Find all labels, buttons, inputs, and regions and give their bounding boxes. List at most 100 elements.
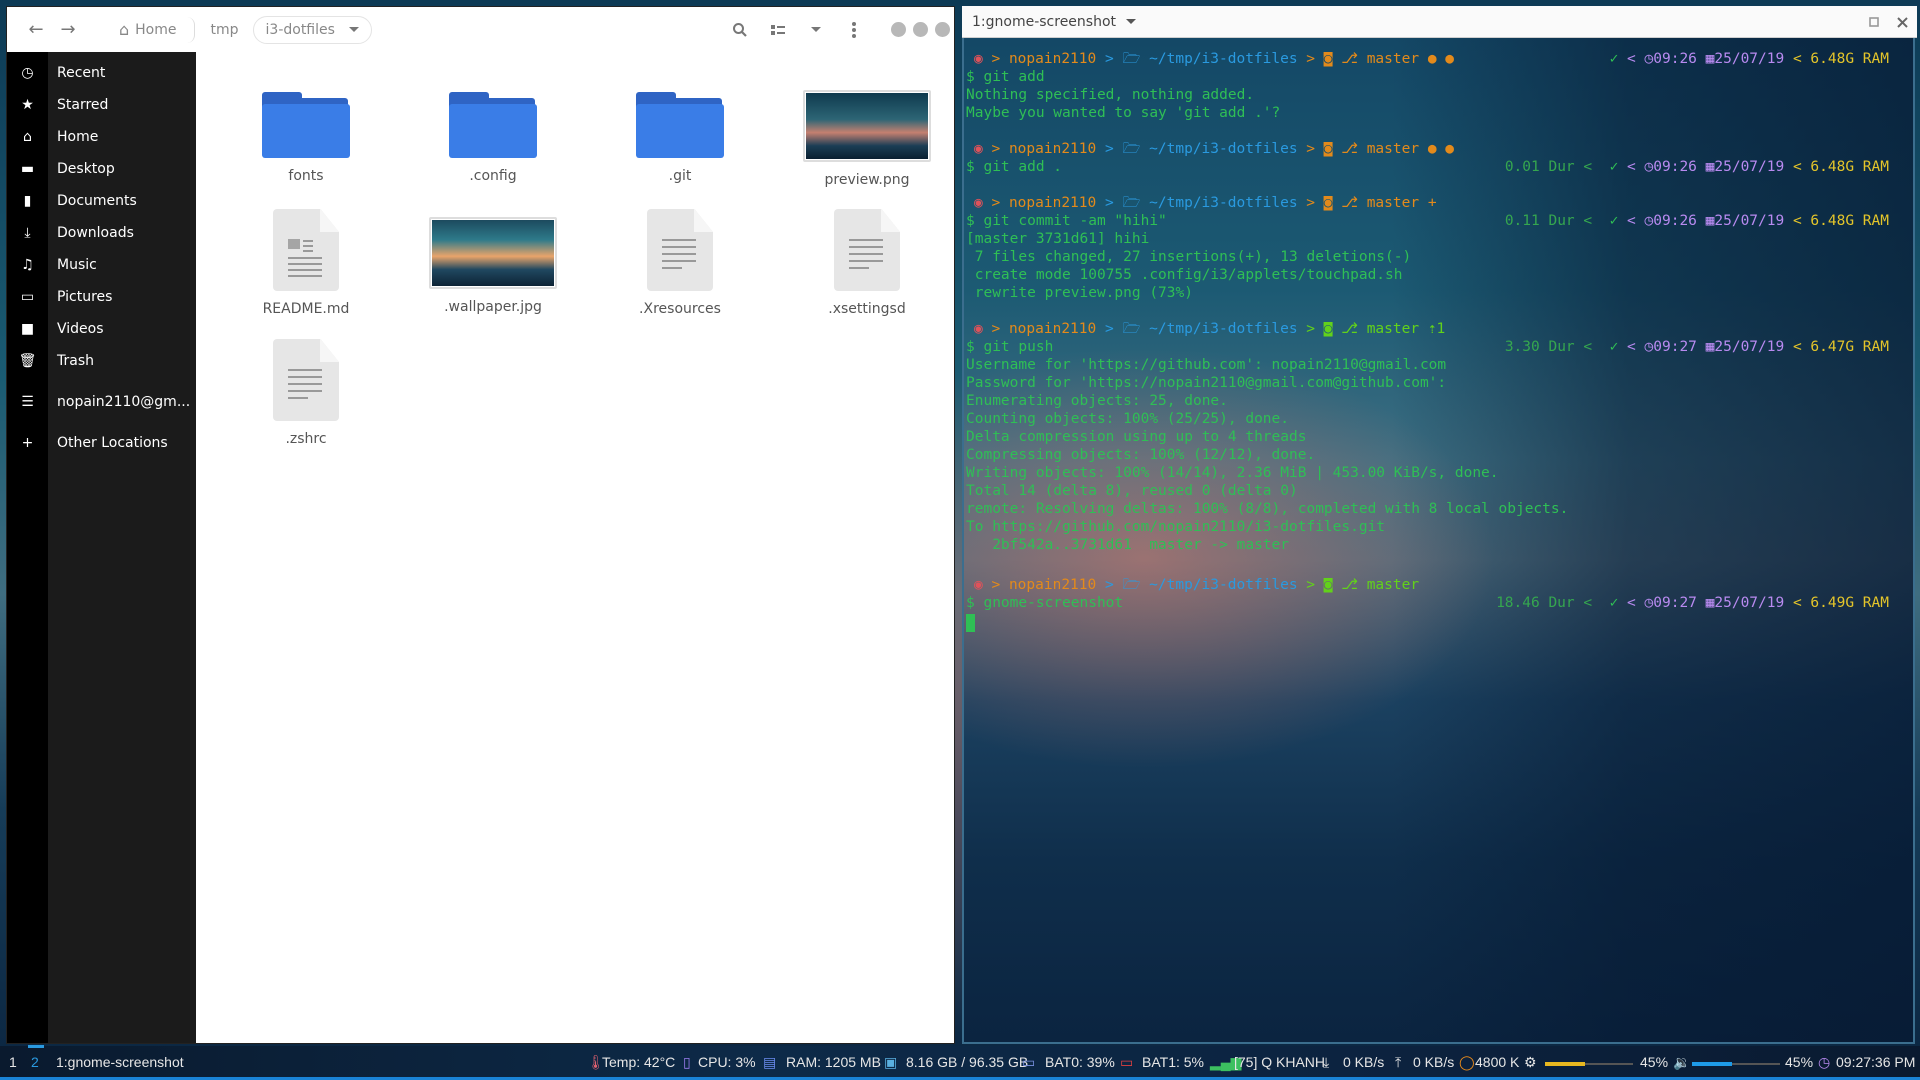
back-button[interactable]: ← <box>21 15 51 45</box>
file-manager-window: ← → ⌂ Home tmp i3-dotfiles ◷ Recent ★ St… <box>6 6 955 1044</box>
terminal-title: 1:gnome-screenshot <box>972 13 1117 30</box>
image-thumbnail <box>803 90 931 162</box>
file-item[interactable]: fonts <box>231 82 381 184</box>
sidebar-item-desktop[interactable]: ▬ Desktop <box>7 153 196 185</box>
sidebar-item-nopain2110-gm[interactable]: ☰ nopain2110@gm... <box>7 386 196 418</box>
file-name: README.md <box>262 301 350 317</box>
calendar-icon: ▦ <box>1696 339 1715 355</box>
color-temperature[interactable]: 4800 K <box>1475 1054 1519 1070</box>
prompt-separator: > <box>1096 195 1123 211</box>
prompt-date: 25/07/19 <box>1714 595 1785 611</box>
prompt-separator: < <box>1618 595 1645 611</box>
file-item[interactable]: README.md <box>231 209 381 317</box>
prompt-separator: < <box>1574 213 1610 229</box>
prompt-separator: > <box>982 141 1009 157</box>
check-circle-icon: ✓ <box>1609 213 1619 229</box>
close-icon <box>1896 16 1908 28</box>
view-toggle-button[interactable] <box>759 15 797 45</box>
sidebar-item-trash[interactable]: 🗑 Trash <box>7 345 196 377</box>
github-icon: ◙ <box>1323 195 1342 211</box>
kebab-menu-icon <box>852 21 856 38</box>
forward-button[interactable]: → <box>53 15 83 45</box>
music-icon: ♫ <box>21 257 34 273</box>
menu-button[interactable] <box>835 15 873 45</box>
sidebar-item-videos[interactable]: ■ Videos <box>7 313 196 345</box>
output-line: remote: Resolving deltas: 100% (8/8), co… <box>966 501 1569 517</box>
file-name: .wallpaper.jpg <box>444 299 542 315</box>
prompt-time: 09:27 <box>1653 339 1697 355</box>
maximize-button[interactable] <box>913 22 928 37</box>
sidebar-item-recent[interactable]: ◷ Recent <box>7 57 196 89</box>
breadcrumb-tmp[interactable]: tmp <box>201 18 249 42</box>
prompt-separator: < <box>1574 595 1610 611</box>
volume-slider[interactable] <box>1692 1062 1780 1066</box>
check-circle-icon: ✓ <box>1609 595 1619 611</box>
view-options-button[interactable] <box>797 15 835 45</box>
file-item[interactable]: .Xresources <box>605 209 755 317</box>
file-item[interactable]: preview.png <box>792 82 942 188</box>
clock-icon: ◷ <box>1644 159 1654 175</box>
minimize-button[interactable] <box>891 22 906 37</box>
terminal-cursor <box>966 614 975 632</box>
close-button[interactable] <box>1891 12 1913 32</box>
clock-icon: ◷ <box>1818 1054 1831 1070</box>
file-item[interactable]: .xsettingsd <box>792 209 942 317</box>
search-button[interactable] <box>721 15 759 45</box>
prompt-line: ◉ > nopain2110 > 🗁 ~/tmp/i3-dotfiles > ◙… <box>974 576 1419 594</box>
sidebar-item-music[interactable]: ♫ Music <box>7 249 196 281</box>
brightness-value: 45% <box>1640 1054 1669 1070</box>
output-line: Username for 'https://github.com': nopai… <box>966 357 1447 373</box>
text-file-icon <box>834 209 900 291</box>
sidebar-item-pictures[interactable]: ▭ Pictures <box>7 281 196 313</box>
command-duration: 3.30 Dur <box>1504 339 1575 355</box>
prompt-ram: 6.48G RAM <box>1810 159 1889 175</box>
breadcrumb-current[interactable]: i3-dotfiles <box>252 15 372 44</box>
breadcrumb-home[interactable]: ⌂ Home <box>109 16 187 43</box>
output-line: Nothing specified, nothing added. <box>966 87 1255 103</box>
battery-icon: ▭ <box>1022 1054 1036 1070</box>
git-branch: master <box>1366 141 1420 157</box>
prompt-separator: > <box>1096 321 1123 337</box>
terminal-output[interactable]: ◉ > nopain2110 > 🗁 ~/tmp/i3-dotfiles > ◙… <box>964 38 1913 1042</box>
os-logo-icon: ◉ <box>974 51 983 67</box>
wifi-network[interactable]: [75] Q KHANH <box>1234 1054 1325 1070</box>
plus-icon: + <box>21 435 34 451</box>
output-line: rewrite preview.png (73%) <box>966 285 1193 301</box>
folder-open-icon: 🗁 <box>1122 321 1150 337</box>
git-branch: master <box>1366 51 1420 67</box>
breadcrumb-home-label: Home <box>135 21 177 38</box>
arrow-left-icon: ← <box>28 19 44 40</box>
sidebar-item-other-locations[interactable]: + Other Locations <box>7 427 196 459</box>
sidebar-item-home[interactable]: ⌂ Home <box>7 121 196 153</box>
command-line: $ git add <box>966 69 1045 85</box>
file-name: .Xresources <box>639 301 721 317</box>
output-line: 7 files changed, 27 insertions(+), 13 de… <box>966 249 1412 265</box>
prompt-separator: < <box>1618 51 1645 67</box>
close-button[interactable] <box>935 22 950 37</box>
brightness-slider[interactable] <box>1545 1062 1633 1066</box>
file-item[interactable]: .config <box>418 82 568 184</box>
folder-icon <box>449 92 537 158</box>
check-circle-icon: ✓ <box>1609 51 1619 67</box>
sidebar-item-label: Recent <box>57 65 106 81</box>
breadcrumb-current-label: i3-dotfiles <box>265 21 335 38</box>
folder-open-icon: 🗁 <box>1122 195 1150 211</box>
brightness-fill <box>1545 1062 1585 1066</box>
prompt-separator: < <box>1784 51 1811 67</box>
file-item[interactable]: .wallpaper.jpg <box>418 209 568 315</box>
upload-speed: 0 KB/s <box>1413 1054 1455 1070</box>
os-logo-icon: ◉ <box>974 141 983 157</box>
chevron-down-icon[interactable] <box>1126 19 1137 24</box>
file-item[interactable]: .zshrc <box>231 339 381 447</box>
sidebar-item-starred[interactable]: ★ Starred <box>7 89 196 121</box>
sidebar-item-downloads[interactable]: ⤓ Downloads <box>7 217 196 249</box>
maximize-button[interactable] <box>1863 12 1885 32</box>
os-logo-icon: ◉ <box>974 195 983 211</box>
output-line: Counting objects: 100% (25/25), done. <box>966 411 1290 427</box>
file-item[interactable]: .git <box>605 82 755 184</box>
sidebar-item-documents[interactable]: ▮ Documents <box>7 185 196 217</box>
workspace-2[interactable]: 2 <box>28 1045 44 1070</box>
workspace-1[interactable]: 1 <box>9 1054 17 1070</box>
speaker-icon: 🔉 <box>1673 1054 1691 1070</box>
file-manager-header: ← → ⌂ Home tmp i3-dotfiles <box>7 7 954 52</box>
